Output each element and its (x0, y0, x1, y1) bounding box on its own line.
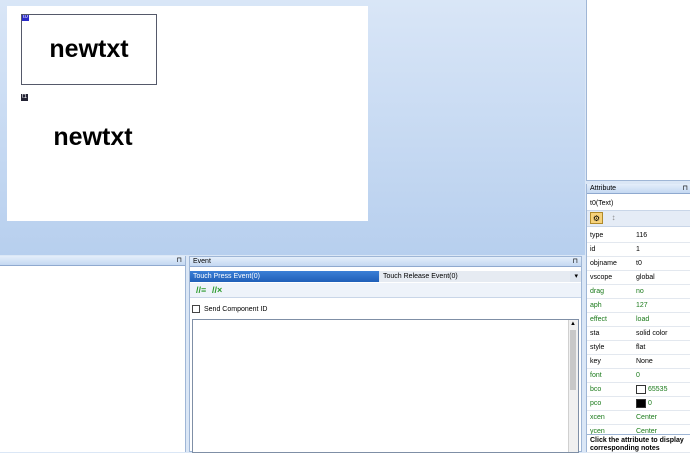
attribute-row-effect[interactable]: effect load (587, 313, 690, 327)
attribute-row-bco[interactable]: bco 65535 (587, 383, 690, 397)
attribute-panel-title: Attribute (590, 185, 617, 192)
attribute-value[interactable]: 65535 (636, 383, 667, 396)
attribute-row-aph[interactable]: aph 127 (587, 299, 690, 313)
uncomment-icon[interactable]: //× (212, 285, 222, 295)
attribute-key: style (590, 344, 605, 351)
attribute-value[interactable]: t0 (636, 257, 642, 270)
pin-icon[interactable]: ⊓ (683, 184, 688, 194)
tab-touch-press-event[interactable]: Touch Press Event(0) (190, 271, 379, 282)
attribute-key: sta (590, 330, 600, 337)
event-panel-title: Event (193, 258, 211, 265)
attribute-object-name[interactable]: t0(Text) (590, 200, 613, 207)
attribute-row-pco[interactable]: pco 0 (587, 397, 690, 411)
attribute-key: font (590, 372, 602, 379)
text-component-t1[interactable]: newtxt (21, 102, 165, 172)
send-component-id-option[interactable]: Send Component ID (192, 305, 267, 313)
attribute-value[interactable]: Center (636, 411, 657, 424)
attribute-value[interactable]: 116 (636, 229, 647, 242)
send-component-id-checkbox[interactable] (192, 305, 200, 313)
attribute-key: drag (590, 288, 605, 295)
scroll-thumb[interactable] (570, 330, 576, 390)
attribute-row-xcen[interactable]: xcen Center (587, 411, 690, 425)
send-component-id-label: Send Component ID (204, 305, 268, 313)
attribute-key: key (590, 358, 601, 365)
sort-alpha-icon[interactable]: ↕ (607, 212, 620, 224)
text-component-t0[interactable]: newtxt (21, 14, 157, 85)
code-scrollbar[interactable]: ▲ (568, 320, 578, 452)
attribute-key: xcen (590, 414, 605, 421)
right-top-panel (586, 0, 690, 181)
attribute-key: objname (590, 260, 617, 267)
attribute-value[interactable]: 0 (636, 369, 640, 382)
attribute-value[interactable]: 0 (636, 397, 652, 410)
attribute-value[interactable]: no (636, 285, 644, 298)
left-panel-header: ⊓ (0, 256, 185, 266)
component-tag-t1[interactable]: t1 (21, 94, 28, 101)
attribute-key: bco (590, 386, 602, 393)
attribute-value[interactable]: 127 (636, 299, 648, 312)
pin-icon[interactable]: ⊓ (177, 256, 182, 266)
color-swatch[interactable] (636, 384, 646, 394)
attribute-key: id (590, 246, 596, 253)
attribute-key: aph (590, 302, 602, 309)
tab-touch-release-event[interactable]: Touch Release Event(0) (380, 271, 570, 282)
attribute-row-drag[interactable]: drag no (587, 285, 690, 299)
attribute-key: pco (590, 400, 602, 407)
event-panel: Event ⊓ Touch Press Event(0) Touch Relea… (189, 256, 582, 453)
event-toolbar: //≡ //× (190, 283, 581, 298)
attribute-row-objname[interactable]: objname t0 (587, 257, 690, 271)
attribute-value[interactable]: global (636, 271, 655, 284)
attribute-row-vscope[interactable]: vscope global (587, 271, 690, 285)
event-tabs: Touch Press Event(0) Touch Release Event… (190, 271, 581, 282)
attribute-value[interactable]: flat (636, 341, 645, 354)
tab-dropdown-icon[interactable]: ▾ (574, 271, 578, 282)
attribute-list: type 116 id 1 objname t0 vscope global drag no aph… (587, 229, 690, 453)
attribute-panel: Attribute ⊓ t0(Text) ⚙ ↕ type 116 id 1 objna… (586, 184, 690, 453)
attribute-value-text: 0 (648, 400, 652, 407)
scroll-up-icon[interactable]: ▲ (570, 321, 576, 327)
attribute-value[interactable]: None (636, 355, 653, 368)
attribute-row-style[interactable]: style flat (587, 341, 690, 355)
color-swatch[interactable] (636, 398, 646, 408)
pin-icon[interactable]: ⊓ (573, 257, 578, 267)
attribute-key: effect (590, 316, 607, 323)
attribute-panel-header: Attribute ⊓ (587, 184, 690, 194)
event-code-editor[interactable]: ▲ (192, 319, 579, 453)
attribute-row-font[interactable]: font 0 (587, 369, 690, 383)
design-workspace: t0 newtxt t1 newtxt (0, 0, 585, 255)
attribute-toolbar: ⚙ ↕ (587, 210, 690, 227)
left-panel: ⊓ (0, 256, 186, 452)
comment-icon[interactable]: //≡ (196, 285, 206, 295)
attribute-row-id[interactable]: id 1 (587, 243, 690, 257)
sort-category-icon[interactable]: ⚙ (590, 212, 603, 224)
event-panel-header: Event ⊓ (190, 257, 581, 267)
attribute-key: type (590, 232, 604, 239)
attribute-value[interactable]: load (636, 313, 649, 326)
attribute-row-key[interactable]: key None (587, 355, 690, 369)
attribute-value[interactable]: 1 (636, 243, 640, 256)
attribute-value-text: 65535 (648, 386, 668, 393)
attribute-key: vscope (590, 274, 613, 281)
attribute-hint: Click the attribute to display correspon… (587, 434, 690, 452)
design-canvas[interactable]: t0 newtxt t1 newtxt (7, 6, 368, 221)
attribute-row-type[interactable]: type 116 (587, 229, 690, 243)
attribute-value[interactable]: solid color (636, 327, 668, 340)
attribute-row-sta[interactable]: sta solid color (587, 327, 690, 341)
